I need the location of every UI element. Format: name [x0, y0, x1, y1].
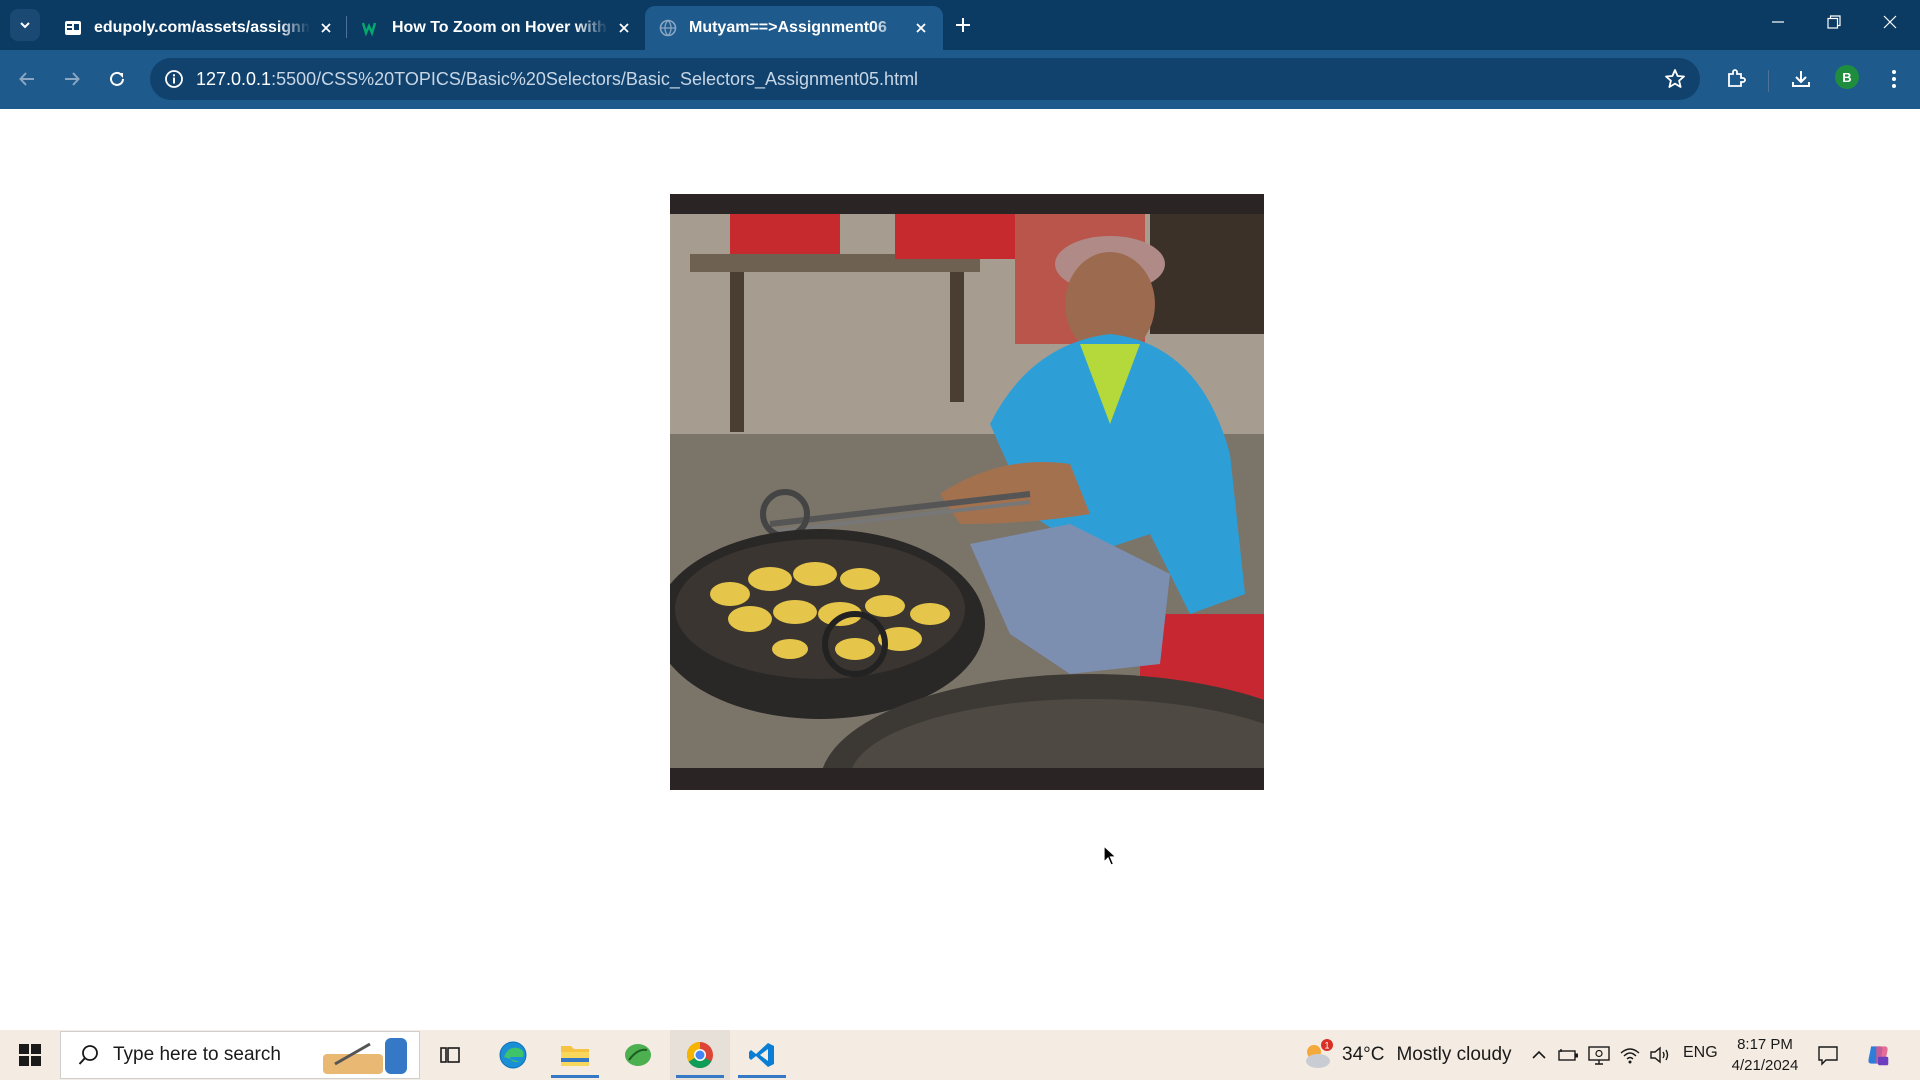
chevron-up-icon: [1532, 1050, 1546, 1059]
monitor-icon: [1588, 1046, 1610, 1065]
leaf-icon: [625, 1044, 651, 1066]
vscode-app[interactable]: [732, 1030, 792, 1080]
url-text[interactable]: 127.0.0.1:5500/CSS%20TOPICS/Basic%20Sele…: [196, 69, 918, 90]
search-icon: [69, 1044, 109, 1066]
battery-tray-icon[interactable]: [1557, 1043, 1581, 1067]
download-icon: [1792, 71, 1810, 87]
clock[interactable]: 8:17 PM 4/21/2024: [1720, 1034, 1810, 1076]
minimize-button[interactable]: [1750, 0, 1806, 44]
plus-icon: [956, 18, 970, 32]
tab-assignment06[interactable]: Mutyam==>Assignment06: [645, 6, 943, 50]
running-indicator: [676, 1075, 724, 1078]
tab-edupoly[interactable]: edupoly.com/assets/assignments: [50, 6, 348, 50]
mouse-cursor-icon: [1103, 845, 1117, 866]
tab-title: Mutyam==>Assignment06: [689, 19, 887, 36]
minimize-icon: [1772, 21, 1784, 23]
extensions-button[interactable]: [1719, 62, 1753, 96]
copilot-button[interactable]: [1866, 1043, 1890, 1067]
edupoly-icon: [64, 19, 82, 37]
green-app[interactable]: [608, 1030, 668, 1080]
network-settings-tray-icon[interactable]: [1587, 1043, 1611, 1067]
site-info-button[interactable]: [154, 58, 194, 100]
speaker-icon: [1650, 1046, 1669, 1064]
toolbar-separator: [1768, 70, 1769, 92]
edge-icon: [499, 1041, 527, 1069]
menu-button[interactable]: [1877, 62, 1911, 96]
arrow-left-icon: [19, 72, 34, 86]
tab-title: How To Zoom on Hover with CSS: [392, 19, 608, 36]
running-indicator: [738, 1075, 786, 1078]
close-icon: [1883, 15, 1897, 29]
clock-time: 8:17 PM: [1737, 1036, 1793, 1053]
reload-button[interactable]: [100, 62, 134, 96]
task-view-button[interactable]: [420, 1030, 480, 1080]
tab-w3schools[interactable]: How To Zoom on Hover with CSS: [348, 6, 646, 50]
search-highlight-icon: [323, 1038, 407, 1074]
tab-separator: [346, 16, 347, 38]
reload-icon: [110, 71, 124, 86]
weather-widget[interactable]: 1 34°C Mostly cloudy: [1300, 1030, 1512, 1080]
address-bar[interactable]: 127.0.0.1:5500/CSS%20TOPICS/Basic%20Sele…: [150, 58, 1700, 100]
weather-temperature: 34°C: [1342, 1044, 1385, 1065]
cloudy-weather-icon: 1: [1306, 1039, 1333, 1068]
close-icon[interactable]: [614, 18, 634, 38]
running-indicator: [551, 1075, 599, 1078]
clock-date: 4/21/2024: [1731, 1057, 1799, 1074]
weather-alert-badge: 1: [1324, 1041, 1329, 1051]
vscode-icon: [749, 1043, 774, 1067]
close-icon[interactable]: [911, 18, 931, 38]
start-button[interactable]: [0, 1030, 60, 1080]
restore-icon: [1827, 15, 1841, 29]
volume-tray-icon[interactable]: [1648, 1043, 1672, 1067]
tab-title: edupoly.com/assets/assignments: [94, 19, 310, 36]
globe-icon: [659, 19, 677, 37]
restore-button[interactable]: [1806, 0, 1862, 44]
tab-strip: edupoly.com/assets/assignments How To Zo…: [0, 0, 1920, 50]
page-content: [0, 109, 1920, 1030]
edge-app[interactable]: [483, 1030, 543, 1080]
url-path: :5500/CSS%20TOPICS/Basic%20Selectors/Bas…: [271, 68, 919, 89]
weather-condition: Mostly cloudy: [1396, 1044, 1512, 1065]
forward-button[interactable]: [55, 62, 89, 96]
close-icon[interactable]: [316, 18, 336, 38]
w3schools-icon: [362, 19, 380, 37]
close-window-button[interactable]: [1862, 0, 1918, 44]
chevron-down-icon: [20, 22, 30, 29]
wifi-icon: [1620, 1048, 1640, 1064]
browser-chrome: edupoly.com/assets/assignments How To Zo…: [0, 0, 1920, 109]
more-vertical-icon: [1892, 70, 1896, 88]
windows-taskbar: Type here to search 1 34°C Mostly cloudy: [0, 1030, 1920, 1080]
chrome-icon: [686, 1041, 713, 1069]
new-tab-button[interactable]: [948, 10, 978, 40]
downloads-button[interactable]: [1784, 62, 1818, 96]
battery-icon: [1558, 1049, 1578, 1061]
profile-avatar[interactable]: B: [1835, 65, 1859, 89]
file-explorer-app[interactable]: [545, 1030, 605, 1080]
photo: [670, 194, 1264, 790]
show-hidden-icons-button[interactable]: [1527, 1043, 1551, 1067]
bookmark-star-icon[interactable]: [1662, 66, 1688, 92]
hover-zoom-image[interactable]: [670, 194, 1264, 790]
search-placeholder: Type here to search: [113, 1044, 281, 1065]
tab-search-button[interactable]: [10, 9, 40, 41]
taskbar-search-box[interactable]: Type here to search: [60, 1031, 420, 1079]
browser-toolbar: 127.0.0.1:5500/CSS%20TOPICS/Basic%20Sele…: [0, 50, 1920, 109]
folder-icon: [561, 1046, 589, 1066]
chrome-app[interactable]: [670, 1030, 730, 1080]
task-view-icon: [440, 1047, 460, 1063]
windows-logo-icon: [19, 1044, 41, 1066]
copilot-icon: [1868, 1046, 1889, 1066]
url-host: 127.0.0.1: [196, 68, 272, 89]
info-icon: [165, 70, 183, 88]
wifi-tray-icon[interactable]: [1618, 1043, 1642, 1067]
notifications-button[interactable]: [1816, 1043, 1840, 1067]
chat-bubble-icon: [1818, 1046, 1838, 1066]
input-language[interactable]: ENG: [1683, 1044, 1718, 1062]
puzzle-icon: [1728, 69, 1746, 87]
arrow-right-icon: [65, 72, 80, 86]
back-button[interactable]: [10, 62, 44, 96]
